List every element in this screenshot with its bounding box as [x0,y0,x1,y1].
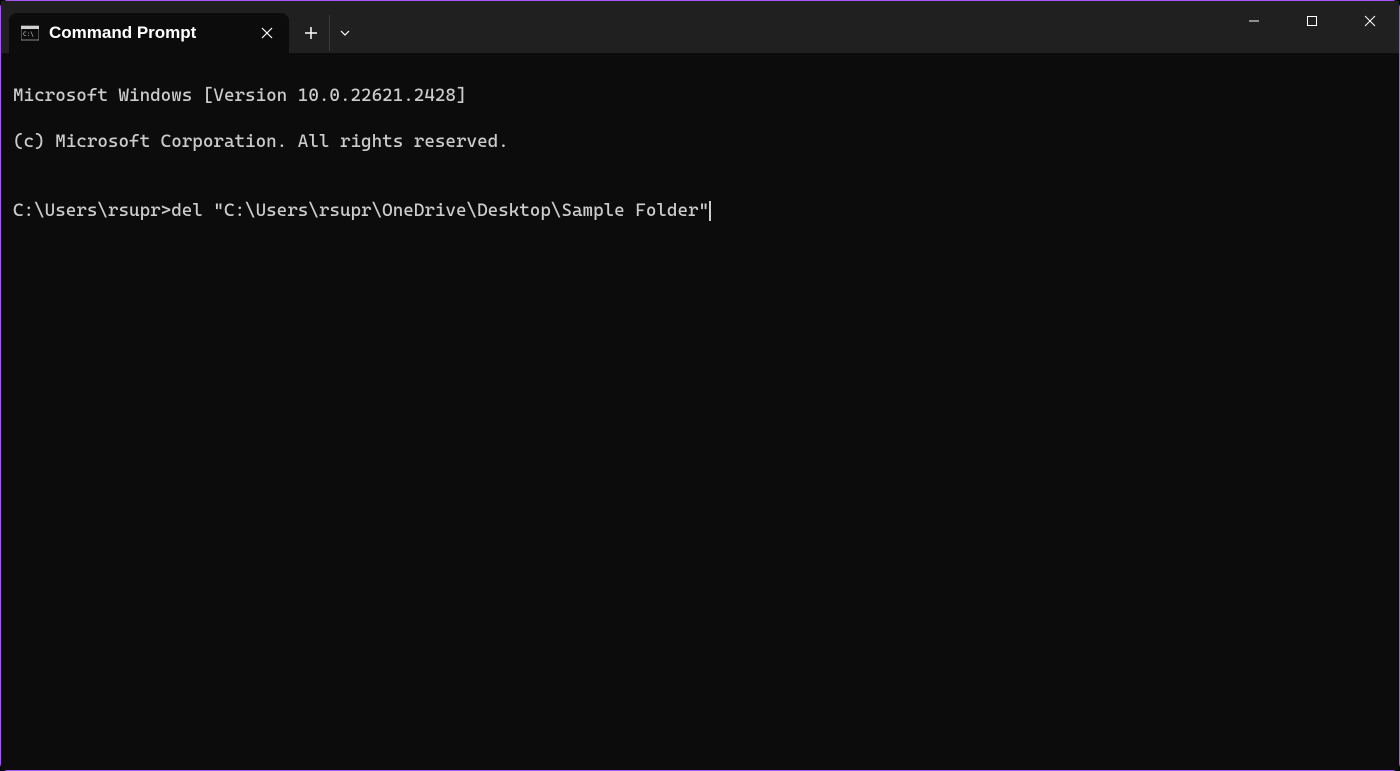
tab-title: Command Prompt [49,23,247,43]
window-controls [1225,1,1399,41]
titlebar: C:\ Command Prompt [1,1,1399,53]
close-button[interactable] [1341,1,1399,41]
cmd-icon: C:\ [21,24,39,42]
maximize-button[interactable] [1283,1,1341,41]
active-tab[interactable]: C:\ Command Prompt [9,13,289,53]
command-input[interactable]: del "C:\Users\rsupr\OneDrive\Desktop\Sam… [171,200,709,221]
cursor [709,201,711,221]
terminal-output[interactable]: Microsoft Windows [Version 10.0.22621.24… [1,53,1399,770]
output-line: Microsoft Windows [Version 10.0.22621.24… [13,84,1387,107]
tab-dropdown-button[interactable] [329,15,359,51]
tab-close-button[interactable] [257,23,277,43]
svg-text:C:\: C:\ [23,31,34,38]
prompt-text: C:\Users\rsupr> [13,200,171,221]
output-line: (c) Microsoft Corporation. All rights re… [13,130,1387,153]
new-tab-button[interactable] [293,15,329,51]
minimize-button[interactable] [1225,1,1283,41]
